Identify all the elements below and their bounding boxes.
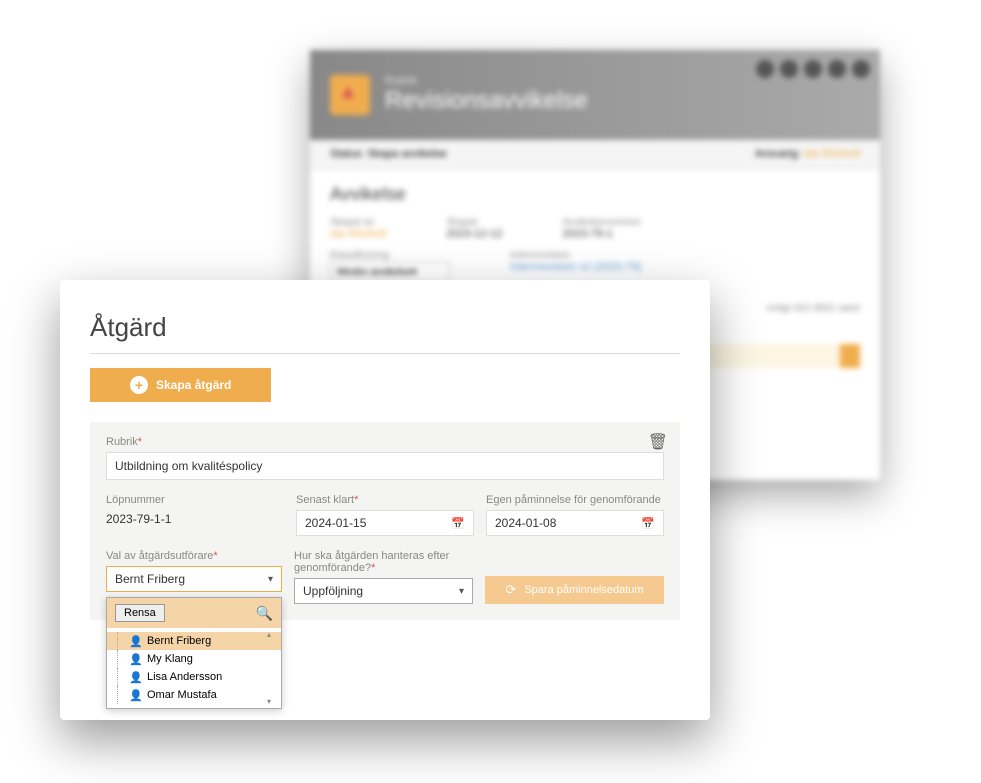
bg-deviation-number-label: Avvikelsenummer (563, 217, 642, 228)
bg-responsible-value[interactable]: Ida Rönholt (804, 148, 860, 160)
bg-responsible-label: Ansvarig: (755, 148, 801, 160)
paminnelse-input[interactable]: 2024-01-08 📅 (486, 510, 664, 536)
bg-status-label: Status: (330, 148, 364, 160)
bg-internal-revision-value[interactable]: Internrevision v2 (2023-79) (510, 261, 641, 273)
lopnummer-label: Löpnummer (106, 494, 284, 506)
dropdown-item[interactable]: 👤 Omar Mustafa (107, 686, 281, 704)
clear-button[interactable]: Rensa (115, 604, 165, 622)
bg-section-title: Avvikelse (330, 184, 860, 205)
bg-created-by-label: Skapat av (330, 217, 386, 228)
dropdown-header: Rensa 🔍 (107, 598, 281, 628)
toolbar-icon[interactable] (828, 60, 846, 78)
divider (90, 353, 680, 354)
dropdown-item[interactable]: 👤 Bernt Friberg (107, 632, 281, 650)
bg-toolbar (756, 60, 870, 78)
refresh-icon: ⟳ (505, 582, 516, 598)
paminnelse-label: Egen påminnelse för genomförande (486, 494, 664, 506)
create-action-button[interactable]: + Skapa åtgärd (90, 368, 271, 402)
bg-header-title: Revisionsavvikelse (385, 87, 588, 115)
dropdown-list: 👤 Bernt Friberg 👤 My Klang 👤 Lisa Anders… (107, 628, 281, 708)
plus-icon: + (130, 376, 148, 394)
senast-klart-input[interactable]: 2024-01-15 📅 (296, 510, 474, 536)
dropdown-item[interactable]: 👤 My Klang (107, 650, 281, 668)
close-icon[interactable] (852, 60, 870, 78)
bg-header: Rubrik Revisionsavvikelse (310, 50, 880, 140)
bg-header-small-label: Rubrik (385, 75, 588, 87)
utforare-select[interactable]: Bernt Friberg ▾ (106, 566, 282, 592)
senast-klart-label: Senast klart* (296, 494, 474, 506)
utforare-label: Val av åtgärdsutförare* (106, 550, 282, 562)
bg-internal-revision-label: Internrevision (510, 250, 641, 261)
chevron-down-icon: ▾ (268, 574, 273, 585)
person-icon: 👤 (129, 653, 141, 665)
bg-status-value: Skapa avvikelse (367, 148, 447, 160)
chevron-down-icon: ▾ (459, 586, 464, 597)
person-icon: 👤 (129, 671, 141, 683)
toolbar-icon[interactable] (804, 60, 822, 78)
rubrik-label: Rubrik* (106, 436, 664, 448)
create-button-label: Skapa åtgärd (156, 378, 231, 392)
bg-orange-square[interactable] (840, 344, 860, 368)
dropdown-item[interactable]: 👤 Lisa Andersson (107, 668, 281, 686)
rubrik-input[interactable] (106, 452, 664, 480)
save-reminder-label: Spara påminnelsedatum (524, 584, 643, 596)
scroll-down-icon[interactable]: ▾ (267, 697, 279, 706)
lopnummer-value: 2023-79-1-1 (106, 510, 284, 528)
calendar-icon: 📅 (451, 517, 465, 530)
toolbar-icon[interactable] (780, 60, 798, 78)
calendar-icon: 📅 (641, 517, 655, 530)
scroll-up-icon[interactable]: ▴ (267, 630, 279, 639)
dropdown-scrollbar[interactable]: ▴ ▾ (267, 630, 279, 706)
hantera-label: Hur ska åtgärden hanteras efter genomför… (294, 550, 473, 574)
bg-created-value: 2023-12-12 (446, 228, 502, 240)
bg-created-by-value[interactable]: Ida Rönholt (330, 228, 386, 240)
action-panel: 🗑 Rubrik* Löpnummer 2023-79-1-1 Senast k… (90, 422, 680, 620)
toolbar-icon[interactable] (756, 60, 774, 78)
trash-icon[interactable]: 🗑 (648, 432, 668, 452)
bg-classification-label: Klassificering (330, 250, 450, 261)
save-reminder-button[interactable]: ⟳ Spara påminnelsedatum (485, 576, 664, 604)
bg-deviation-number-value: 2023-79-1 (563, 228, 642, 240)
bg-status-bar: Status: Skapa avvikelse Ansvarig: Ida Rö… (310, 140, 880, 169)
utforare-dropdown: Rensa 🔍 👤 Bernt Friberg 👤 My Klang 👤 Lis… (106, 597, 282, 709)
bg-created-label: Skapat (446, 217, 502, 228)
foreground-window: Åtgärd + Skapa åtgärd 🗑 Rubrik* Löpnumme… (60, 280, 710, 720)
warning-triangle-icon (330, 75, 370, 115)
search-icon[interactable]: 🔍 (256, 605, 273, 622)
person-icon: 👤 (129, 689, 141, 701)
hantera-select[interactable]: Uppföljning ▾ (294, 578, 473, 604)
person-icon: 👤 (129, 635, 141, 647)
page-title: Åtgärd (90, 312, 680, 343)
